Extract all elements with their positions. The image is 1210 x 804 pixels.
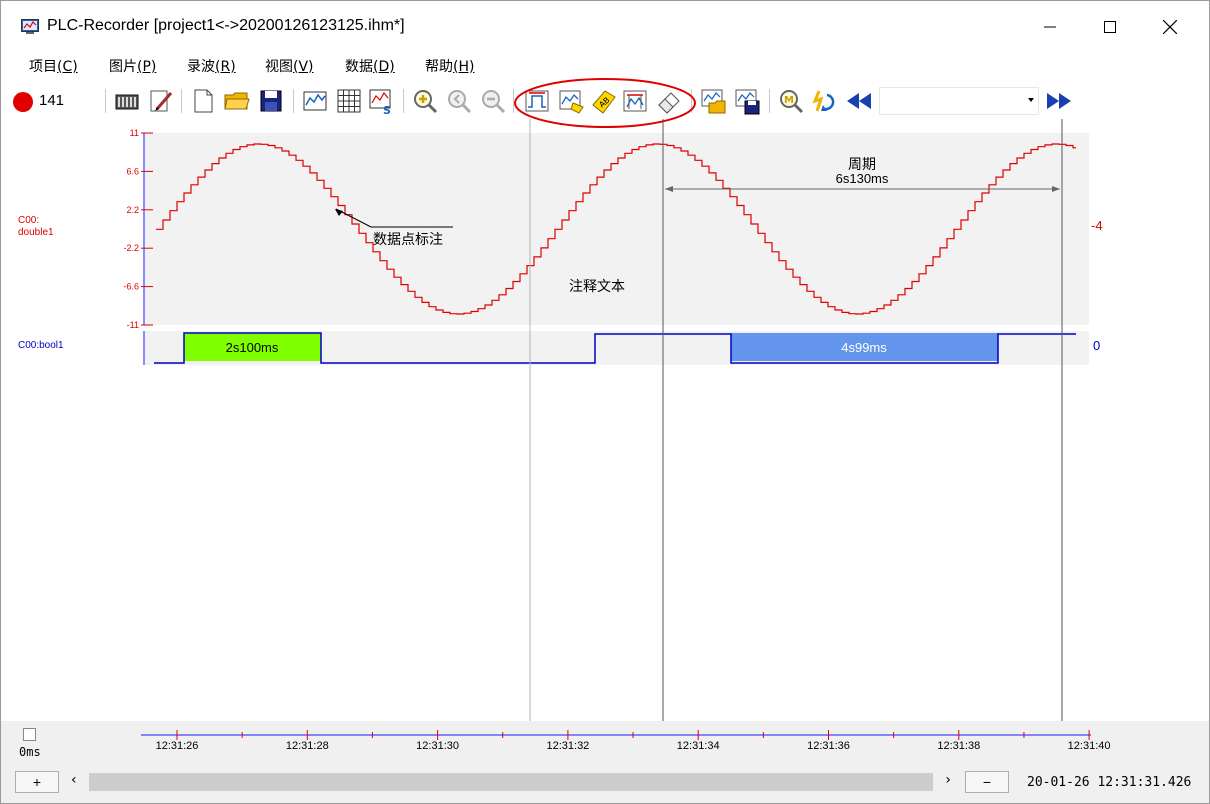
- range-label-2: 4s99ms: [841, 340, 887, 355]
- range-mark-icon[interactable]: [621, 87, 649, 115]
- period-mark-icon[interactable]: [523, 87, 551, 115]
- right-value-double1: -4: [1091, 218, 1103, 233]
- y-tick-label: 6.6: [126, 166, 139, 176]
- data-point-label[interactable]: 数据点标注: [373, 232, 443, 248]
- svg-text:S: S: [383, 104, 391, 115]
- y-tick-label: -6.6: [123, 282, 139, 292]
- minimize-icon: [1044, 26, 1056, 28]
- y-tick-label: 2.2: [126, 205, 139, 215]
- open-folder-icon[interactable]: [223, 87, 251, 115]
- app-icon: [21, 19, 39, 34]
- toolbar-separator: [181, 89, 182, 113]
- save-image-icon[interactable]: [733, 87, 761, 115]
- record-count: 141: [39, 92, 65, 109]
- zoom-in-icon[interactable]: [411, 87, 439, 115]
- curve-setting-icon[interactable]: S: [367, 87, 395, 115]
- horizontal-scrollbar[interactable]: ‹ ›: [65, 771, 957, 793]
- menu-project[interactable]: 项目(C): [29, 56, 78, 76]
- menu-bar: 项目(C) 图片(P) 录波(R) 视图(V) 数据(D) 帮助(H): [1, 51, 1209, 81]
- chart-area[interactable]: 11 6.6 2.2 -2.2 -6.6 -11 C00: double1 C00:bool…: [1, 119, 1209, 721]
- annotation-tag-icon[interactable]: AB: [589, 87, 617, 115]
- right-value-bool1: 0: [1093, 338, 1100, 353]
- eraser-icon[interactable]: [655, 87, 683, 115]
- record-status-indicator: [13, 92, 33, 112]
- svg-text:M: M: [784, 95, 794, 106]
- menu-view[interactable]: 视图(V): [265, 56, 314, 76]
- close-icon: [1163, 20, 1177, 34]
- y-tick-label: 11: [130, 128, 139, 138]
- title-bar: PLC-Recorder [project1<->20200126123125.…: [1, 1, 1209, 49]
- x-tick-label: 12:31:32: [546, 740, 589, 752]
- range-label-1: 2s100ms: [226, 340, 279, 355]
- x-tick-label: 12:31:30: [416, 740, 459, 752]
- y-tick-label: -2.2: [123, 243, 139, 253]
- analog-panel-bg: [145, 133, 1089, 325]
- menu-data[interactable]: 数据(D): [345, 56, 395, 76]
- period-value: 6s130ms: [836, 171, 889, 186]
- time-select-combo[interactable]: [879, 87, 1039, 115]
- chevron-down-icon: [1028, 98, 1034, 102]
- new-file-icon[interactable]: [189, 87, 217, 115]
- toolbar-separator: [691, 89, 692, 113]
- fast-forward-icon[interactable]: [1045, 87, 1073, 115]
- menu-help[interactable]: 帮助(H): [425, 56, 474, 76]
- menu-record[interactable]: 录波(R): [187, 56, 236, 76]
- config-icon[interactable]: [113, 87, 141, 115]
- remove-button[interactable]: −: [965, 771, 1009, 793]
- toolbar-separator: [105, 89, 106, 113]
- x-tick-label: 12:31:34: [677, 740, 720, 752]
- grid-icon[interactable]: [335, 87, 363, 115]
- app-window: PLC-Recorder [project1<->20200126123125.…: [0, 0, 1210, 804]
- offset-checkbox[interactable]: [23, 728, 36, 741]
- maximize-icon: [1104, 21, 1116, 33]
- zoom-out-icon[interactable]: [445, 87, 473, 115]
- save-icon[interactable]: [257, 87, 285, 115]
- window-title: PLC-Recorder [project1<->20200126123125.…: [47, 17, 405, 34]
- scroll-left-icon[interactable]: ‹: [71, 772, 77, 788]
- toolbar-separator: [403, 89, 404, 113]
- x-tick-label: 12:31:28: [286, 740, 329, 752]
- comment-text[interactable]: 注释文本: [569, 279, 625, 295]
- series-label-bool1: C00:bool1: [18, 340, 64, 351]
- series-label-line: double1: [18, 227, 54, 238]
- trend-icon[interactable]: [301, 87, 329, 115]
- offset-value: 0ms: [19, 745, 41, 759]
- data-point-mark-icon[interactable]: [557, 87, 585, 115]
- y-tick-label: -11: [127, 320, 139, 330]
- minimize-button[interactable]: [1027, 9, 1073, 45]
- status-datetime: 20-01-26 12:31:31.426: [1027, 775, 1192, 790]
- menu-picture[interactable]: 图片(P): [109, 56, 156, 76]
- zoom-reset-icon[interactable]: [479, 87, 507, 115]
- refresh-icon[interactable]: [811, 87, 839, 115]
- export-image-icon[interactable]: [699, 87, 727, 115]
- close-button[interactable]: [1147, 9, 1193, 45]
- x-tick-label: 12:31:26: [156, 740, 199, 752]
- toolbar-separator: [769, 89, 770, 113]
- x-tick-label: 12:31:38: [937, 740, 980, 752]
- series-label-double1: C00: double1: [18, 215, 54, 238]
- series-label-line: C00:: [18, 215, 39, 226]
- rewind-icon[interactable]: [845, 87, 873, 115]
- magnify-m-icon[interactable]: M: [777, 87, 805, 115]
- time-axis: 12:31:26 12:31:28 12:31:30 12:31:32 12:31:34…: [141, 730, 1111, 752]
- scroll-right-icon[interactable]: ›: [945, 772, 951, 788]
- x-tick-label: 12:31:36: [807, 740, 850, 752]
- maximize-button[interactable]: [1087, 9, 1133, 45]
- add-button[interactable]: +: [15, 771, 59, 793]
- scroll-thumb[interactable]: [89, 773, 933, 791]
- edit-icon[interactable]: [147, 87, 175, 115]
- toolbar-separator: [293, 89, 294, 113]
- toolbar-separator: [513, 89, 514, 113]
- x-tick-label: 12:31:40: [1068, 740, 1111, 752]
